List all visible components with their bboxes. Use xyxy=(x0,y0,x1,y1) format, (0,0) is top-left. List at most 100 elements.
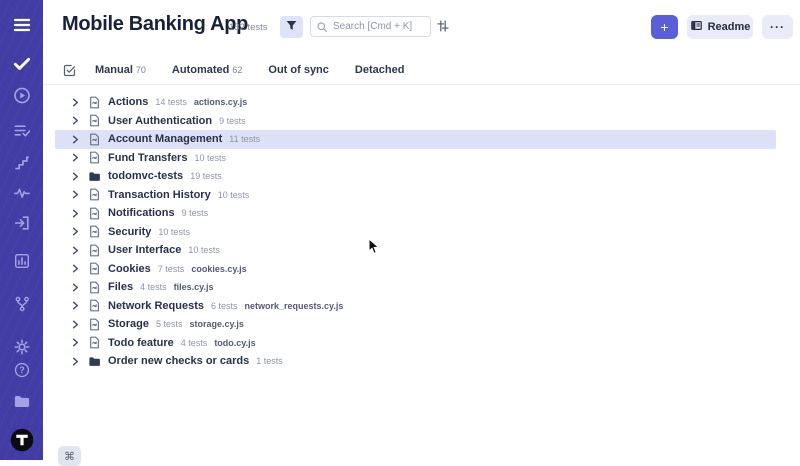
add-button[interactable]: + xyxy=(651,15,678,39)
suite-row-notifications[interactable]: Notifications 9 tests xyxy=(55,204,776,223)
suite-file-icon xyxy=(88,225,101,238)
suite-row-todomvc-tests[interactable]: todomvc-tests 19 tests xyxy=(55,167,776,186)
tab-manual[interactable]: Manual70 xyxy=(95,64,146,76)
suite-file-icon xyxy=(88,133,101,146)
suite-file-icon xyxy=(88,207,101,220)
tab-automated[interactable]: Automated62 xyxy=(172,64,242,76)
bulk-select-icon[interactable] xyxy=(62,63,77,78)
suite-name: Account Management xyxy=(108,133,222,145)
suite-row-order-new-checks-or-cards[interactable]: Order new checks or cards1 tests xyxy=(55,352,776,371)
tests-count-badge: 132 tests xyxy=(229,22,268,33)
sidebar-sign-in-icon[interactable] xyxy=(13,214,31,232)
chevron-right-icon[interactable] xyxy=(70,319,81,330)
suite-row-fund-transfers[interactable]: Fund Transfers 10 tests xyxy=(55,149,776,168)
suite-file-icon xyxy=(88,299,101,312)
suite-file-name: todo.cy.js xyxy=(214,338,255,348)
tab-label: Out of sync xyxy=(268,64,329,76)
sidebar-pulse-icon[interactable] xyxy=(13,184,31,202)
sidebar-menu-icon[interactable] xyxy=(12,15,32,35)
suite-row-user-interface[interactable]: User Interface10 tests xyxy=(55,241,776,260)
chevron-right-icon[interactable] xyxy=(70,300,81,311)
chevron-right-icon[interactable] xyxy=(70,115,81,126)
sidebar-git-branch-icon[interactable] xyxy=(13,295,31,313)
sidebar-logo-icon[interactable] xyxy=(10,428,34,452)
suite-row-files[interactable]: Files 4 tests files.cy.js xyxy=(55,278,776,297)
chevron-right-icon[interactable] xyxy=(70,282,81,293)
suite-row-cookies[interactable]: Cookies7 testscookies.cy.js xyxy=(55,260,776,279)
suite-test-count: 19 tests xyxy=(190,171,222,181)
tab-out-of-sync[interactable]: Out of sync xyxy=(268,64,329,76)
suite-test-count: 10 tests xyxy=(158,227,190,237)
sidebar-gear-icon[interactable] xyxy=(13,338,31,356)
sidebar-folder-icon[interactable] xyxy=(12,392,31,411)
suite-file-name: actions.cy.js xyxy=(194,97,247,107)
suite-name: User Authentication xyxy=(108,115,212,127)
chevron-right-icon[interactable] xyxy=(70,152,81,163)
suite-name: Files xyxy=(108,281,133,293)
view-settings-button[interactable] xyxy=(436,19,450,33)
chevron-right-icon[interactable] xyxy=(70,171,81,182)
suite-test-count: 10 tests xyxy=(194,153,226,163)
tab-label: Automated xyxy=(172,64,229,76)
suite-file-icon xyxy=(88,96,101,109)
header: Mobile Banking App 132 tests + Readme ··… xyxy=(43,0,800,56)
suite-row-storage[interactable]: Storage5 testsstorage.cy.js xyxy=(55,315,776,334)
sidebar-play-circle-icon[interactable] xyxy=(12,86,31,105)
suite-row-security[interactable]: Security10 tests xyxy=(55,223,776,242)
suite-file-icon xyxy=(88,336,101,349)
chevron-right-icon[interactable] xyxy=(70,245,81,256)
funnel-icon xyxy=(285,19,298,35)
suite-row-transaction-history[interactable]: Transaction History10 tests xyxy=(55,186,776,205)
suite-test-count: 4 tests xyxy=(181,338,208,348)
suite-test-count: 5 tests xyxy=(156,319,183,329)
tabs-bar: Manual70 Automated62 Out of sync Detached xyxy=(43,56,800,85)
tab-label: Manual xyxy=(95,64,133,76)
sidebar-steps-icon[interactable] xyxy=(13,154,31,172)
suite-name: Actions xyxy=(108,96,148,108)
suite-file-name: storage.cy.js xyxy=(189,319,243,329)
chevron-right-icon[interactable] xyxy=(70,97,81,108)
sliders-icon xyxy=(436,21,450,36)
book-icon xyxy=(690,19,703,35)
chevron-right-icon[interactable] xyxy=(70,226,81,237)
chevron-right-icon[interactable] xyxy=(70,356,81,367)
suite-test-count: 9 tests xyxy=(182,208,209,218)
chevron-right-icon[interactable] xyxy=(70,208,81,219)
suite-test-count: 9 tests xyxy=(219,116,246,126)
suite-test-count: 4 tests xyxy=(140,282,167,292)
suite-file-icon xyxy=(88,244,101,257)
sidebar-list-check-icon[interactable] xyxy=(12,121,31,140)
suite-row-account-management[interactable]: Account Management11 tests xyxy=(55,130,776,149)
folder-icon xyxy=(88,355,101,368)
suite-name: todomvc-tests xyxy=(108,170,183,182)
filter-button[interactable] xyxy=(280,16,303,38)
readme-button-label: Readme xyxy=(708,21,751,33)
suite-name: Network Requests xyxy=(108,300,204,312)
readme-button[interactable]: Readme xyxy=(687,15,753,39)
suite-name: Fund Transfers xyxy=(108,152,187,164)
suite-file-icon xyxy=(88,151,101,164)
suite-file-name: files.cy.js xyxy=(174,282,214,292)
chevron-right-icon[interactable] xyxy=(70,337,81,348)
suite-name: Todo feature xyxy=(108,337,174,349)
sidebar-help-icon[interactable]: ? xyxy=(13,361,31,379)
more-options-button[interactable]: ··· xyxy=(762,15,793,39)
tab-label: Detached xyxy=(355,64,405,76)
command-shortcut-button[interactable]: ⌘ xyxy=(58,446,81,466)
tab-detached[interactable]: Detached xyxy=(355,64,405,76)
suite-name: Notifications xyxy=(108,207,175,219)
suite-row-actions[interactable]: Actions 14 tests actions.cy.js xyxy=(55,93,776,112)
tab-count: 62 xyxy=(232,65,242,75)
sidebar-bar-chart-icon[interactable] xyxy=(13,252,31,270)
sidebar-check-icon[interactable] xyxy=(12,54,31,73)
chevron-right-icon[interactable] xyxy=(70,189,81,200)
suite-row-user-authentication[interactable]: User Authentication 9 tests xyxy=(55,112,776,131)
chevron-right-icon[interactable] xyxy=(70,263,81,274)
search-input[interactable] xyxy=(310,16,431,37)
suite-row-todo-feature[interactable]: Todo feature 4 tests todo.cy.js xyxy=(55,334,776,353)
suite-row-network-requests[interactable]: Network Requests6 testsnetwork_requests.… xyxy=(55,297,776,316)
suite-test-count: 14 tests xyxy=(155,97,187,107)
chevron-right-icon[interactable] xyxy=(70,134,81,145)
suite-list: Actions 14 tests actions.cy.js User Authent… xyxy=(55,93,776,371)
suite-file-icon xyxy=(88,318,101,331)
